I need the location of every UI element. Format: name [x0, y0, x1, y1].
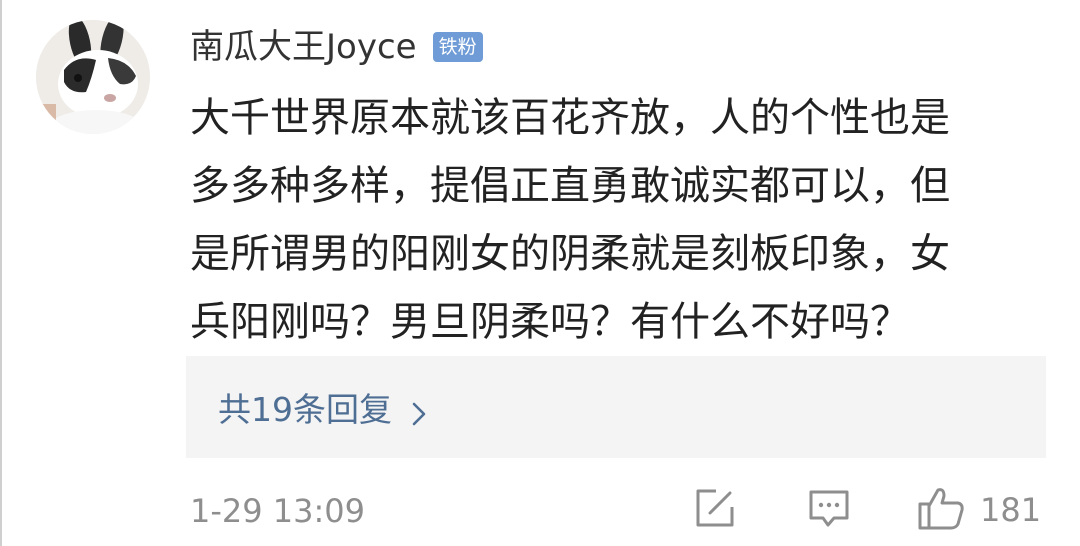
comment-timestamp: 1-29 13:09 [190, 492, 366, 530]
comment-header: 南瓜大王Joyce 铁粉 [190, 22, 483, 72]
comment-line: 兵阳刚吗？男旦阴柔吗？有什么不好吗？ [190, 299, 910, 345]
comment-icon [806, 485, 852, 535]
repost-button[interactable] [692, 486, 738, 534]
page-edge [0, 0, 2, 546]
thumbs-up-icon [916, 484, 966, 536]
edit-icon [692, 485, 738, 535]
fan-badge[interactable]: 铁粉 [432, 32, 483, 62]
view-replies-link[interactable]: 共19条回复 [218, 383, 426, 431]
like-button[interactable]: 181 [916, 486, 1041, 534]
avatar[interactable] [36, 20, 150, 134]
comment-line: 多多种多样，提倡正直勇敢诚实都可以，但 [190, 163, 950, 209]
username[interactable]: 南瓜大王Joyce [190, 22, 417, 72]
comment-button[interactable] [806, 486, 852, 534]
comment-line: 是所谓男的阳刚女的阴柔就是刻板印象，女 [190, 231, 950, 277]
comment-line: 大千世界原本就该百花齐放，人的个性也是 [190, 95, 950, 141]
chevron-right-icon [412, 395, 426, 426]
comment-body: 大千世界原本就该百花齐放，人的个性也是 多多种多样，提倡正直勇敢诚实都可以，但 … [190, 84, 1060, 356]
like-count: 181 [980, 491, 1042, 529]
replies-panel: 共19条回复 [186, 356, 1046, 458]
rabbit-avatar-image [36, 20, 150, 134]
replies-count-label: 共19条回复 [218, 390, 392, 429]
